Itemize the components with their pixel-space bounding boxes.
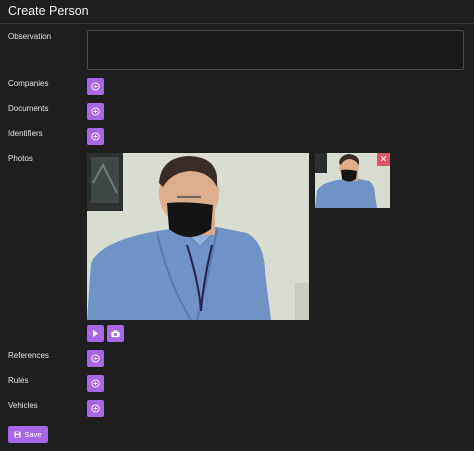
dialog-header: Create Person — [0, 0, 474, 24]
companies-label: Companies — [8, 79, 49, 88]
add-company-button[interactable] — [87, 78, 104, 95]
add-vehicle-button[interactable] — [87, 400, 104, 417]
person-photo — [87, 153, 309, 320]
observation-label: Observation — [8, 32, 52, 41]
close-icon: ✕ — [379, 154, 388, 164]
add-reference-button[interactable] — [87, 350, 104, 367]
identifiers-label: Identifiers — [8, 129, 43, 138]
start-camera-button[interactable] — [87, 325, 104, 342]
play-icon — [92, 330, 99, 337]
documents-label: Documents — [8, 104, 49, 113]
plus-circle-icon — [91, 107, 100, 116]
plus-circle-icon — [91, 354, 100, 363]
save-button[interactable]: Save — [8, 426, 48, 443]
vehicles-label: Vehicles — [8, 401, 38, 410]
observation-textarea[interactable] — [87, 30, 464, 70]
plus-circle-icon — [91, 82, 100, 91]
photos-label: Photos — [8, 154, 33, 163]
rules-label: Rules — [8, 376, 29, 385]
add-document-button[interactable] — [87, 103, 104, 120]
plus-circle-icon — [91, 132, 100, 141]
add-identifier-button[interactable] — [87, 128, 104, 145]
dialog-title: Create Person — [8, 4, 89, 18]
remove-photo-button[interactable]: ✕ — [377, 153, 390, 166]
capture-photo-button[interactable] — [107, 325, 124, 342]
save-icon — [14, 431, 21, 438]
webcam-preview — [87, 153, 309, 320]
camera-icon — [111, 329, 120, 337]
add-rule-button[interactable] — [87, 375, 104, 392]
plus-circle-icon — [91, 379, 100, 388]
save-button-label: Save — [24, 430, 42, 439]
references-label: References — [8, 351, 49, 360]
plus-circle-icon — [91, 404, 100, 413]
